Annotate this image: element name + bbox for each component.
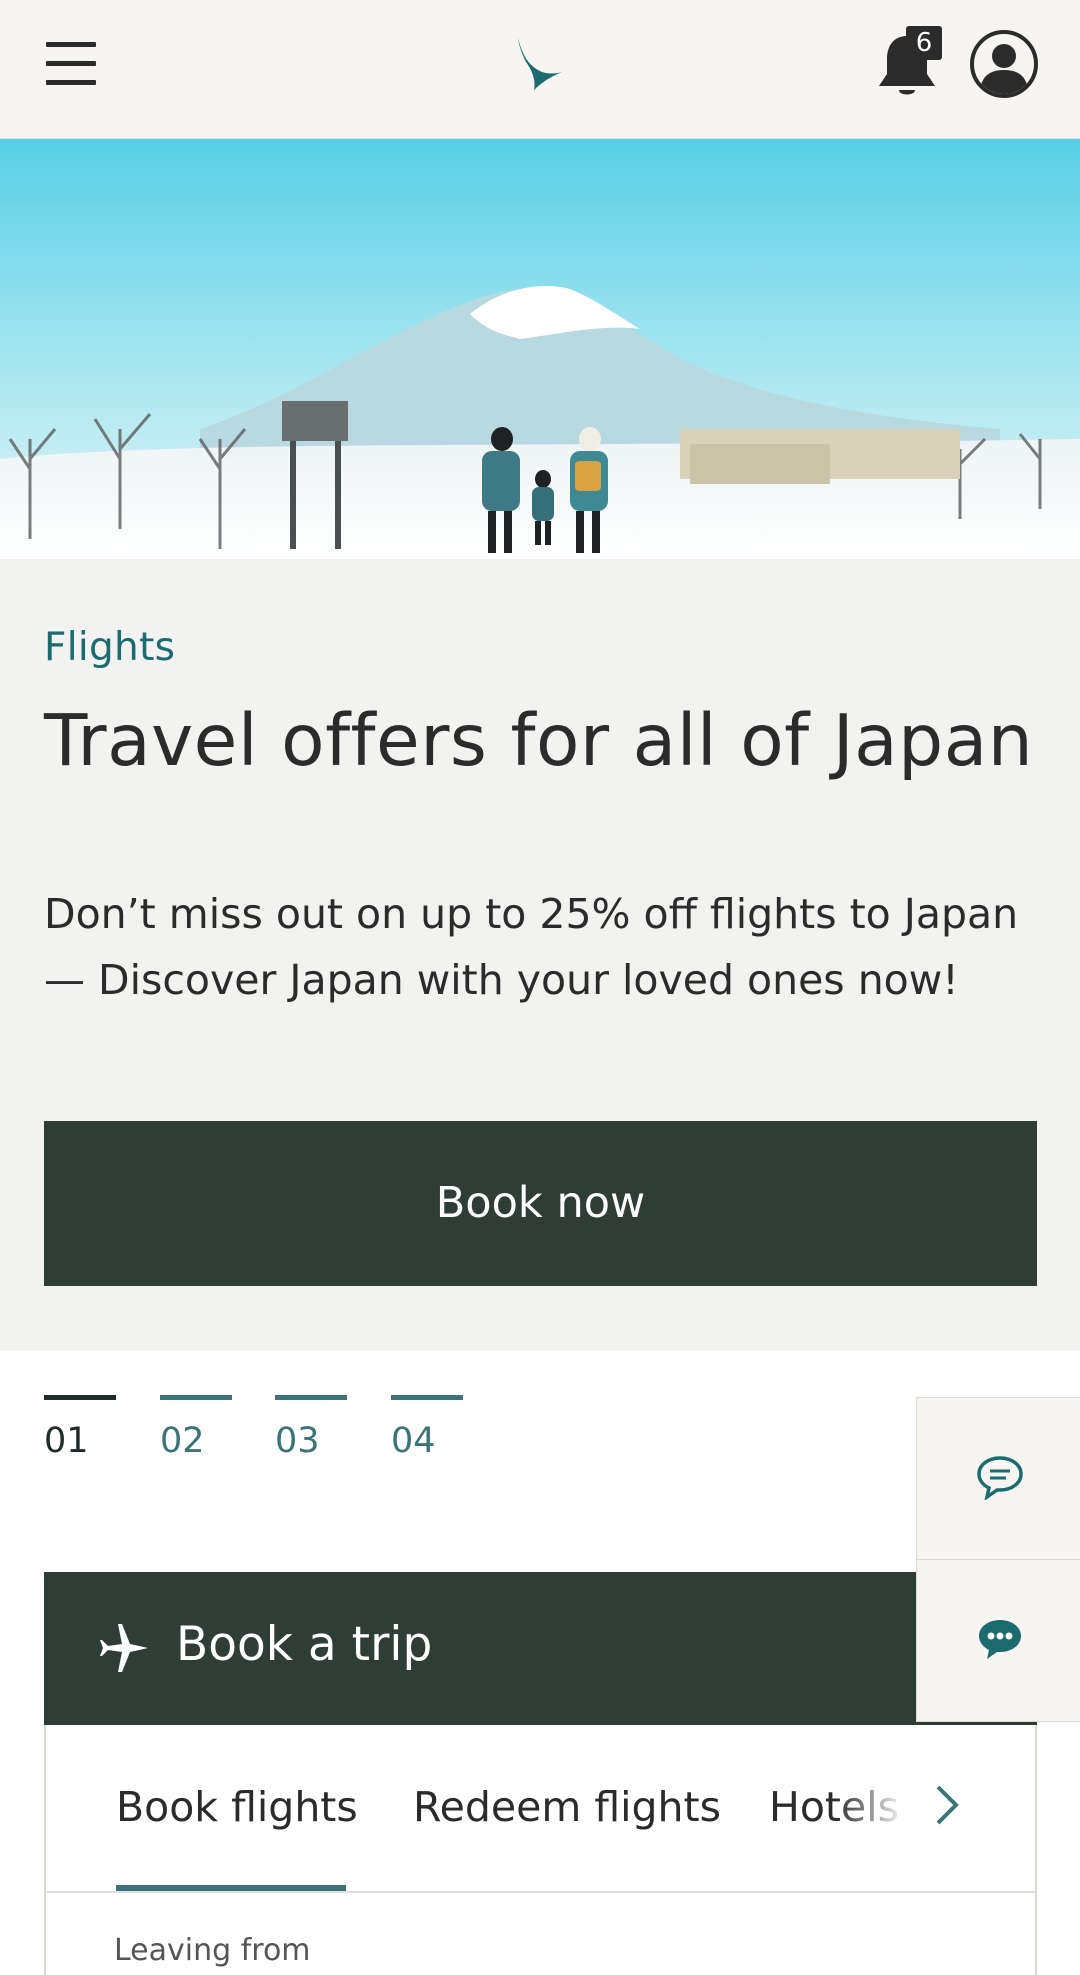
carousel-indicator-1[interactable]: 01 <box>44 1395 116 1461</box>
booking-tabs: Book flights Redeem flights Hotels <box>46 1725 1035 1893</box>
carousel-indicator-number: 01 <box>44 1421 89 1461</box>
book-now-button[interactable]: Book now <box>44 1121 1037 1286</box>
carousel-indicator-number: 03 <box>275 1421 320 1461</box>
promo-headline: Travel offers for all of Japan <box>44 699 1034 782</box>
leaving-from-label: Leaving from <box>114 1933 311 1968</box>
live-chat-button[interactable] <box>917 1560 1080 1722</box>
hamburger-icon-line <box>46 80 96 85</box>
tab-redeem-flights[interactable]: Redeem flights <box>413 1783 721 1831</box>
promo-description: Don’t miss out on up to 25% off flights … <box>44 890 1019 1004</box>
side-action-panel <box>916 1397 1080 1722</box>
carousel-indicator-4[interactable]: 04 <box>391 1395 463 1461</box>
profile-avatar-button[interactable] <box>970 30 1038 98</box>
chat-outline-icon <box>977 1456 1023 1500</box>
carousel-indicator-number: 04 <box>391 1421 436 1461</box>
top-header: 6 <box>0 0 1080 139</box>
carousel-indicator-bar <box>391 1395 463 1400</box>
chat-bubble-icon <box>979 1620 1021 1659</box>
tab-book-flights[interactable]: Book flights <box>116 1783 358 1831</box>
airplane-icon <box>100 1624 148 1672</box>
notification-count-badge: 6 <box>906 26 942 60</box>
carousel-indicator-number: 02 <box>160 1421 205 1461</box>
hero-illustration <box>0 139 1080 559</box>
tabs-next-button[interactable] <box>926 1775 986 1845</box>
hamburger-icon-line <box>46 42 96 47</box>
book-a-trip-title: Book a trip <box>176 1617 433 1672</box>
user-avatar-icon <box>980 44 1028 94</box>
carousel-indicator-bar <box>275 1395 347 1400</box>
tabs-fade-overlay <box>836 1765 936 1845</box>
menu-button[interactable] <box>44 38 100 90</box>
hamburger-icon-line <box>46 61 96 66</box>
hero-image <box>0 139 1080 559</box>
carousel-indicator-bar <box>160 1395 232 1400</box>
book-a-trip-header[interactable]: Book a trip <box>44 1572 916 1725</box>
chevron-right-icon <box>936 1785 959 1825</box>
promo-eyebrow: Flights <box>44 625 176 670</box>
book-trip-card: Book flights Redeem flights Hotels Leavi… <box>44 1725 1037 1975</box>
carousel-indicator-bar <box>44 1395 116 1400</box>
carousel-indicator-3[interactable]: 03 <box>275 1395 347 1461</box>
carousel-indicator-2[interactable]: 02 <box>160 1395 232 1461</box>
promo-panel: Flights Travel offers for all of Japan D… <box>0 559 1080 1351</box>
brushwing-logo-icon[interactable] <box>512 36 564 92</box>
feedback-button[interactable] <box>917 1398 1080 1560</box>
active-tab-underline <box>116 1885 346 1891</box>
